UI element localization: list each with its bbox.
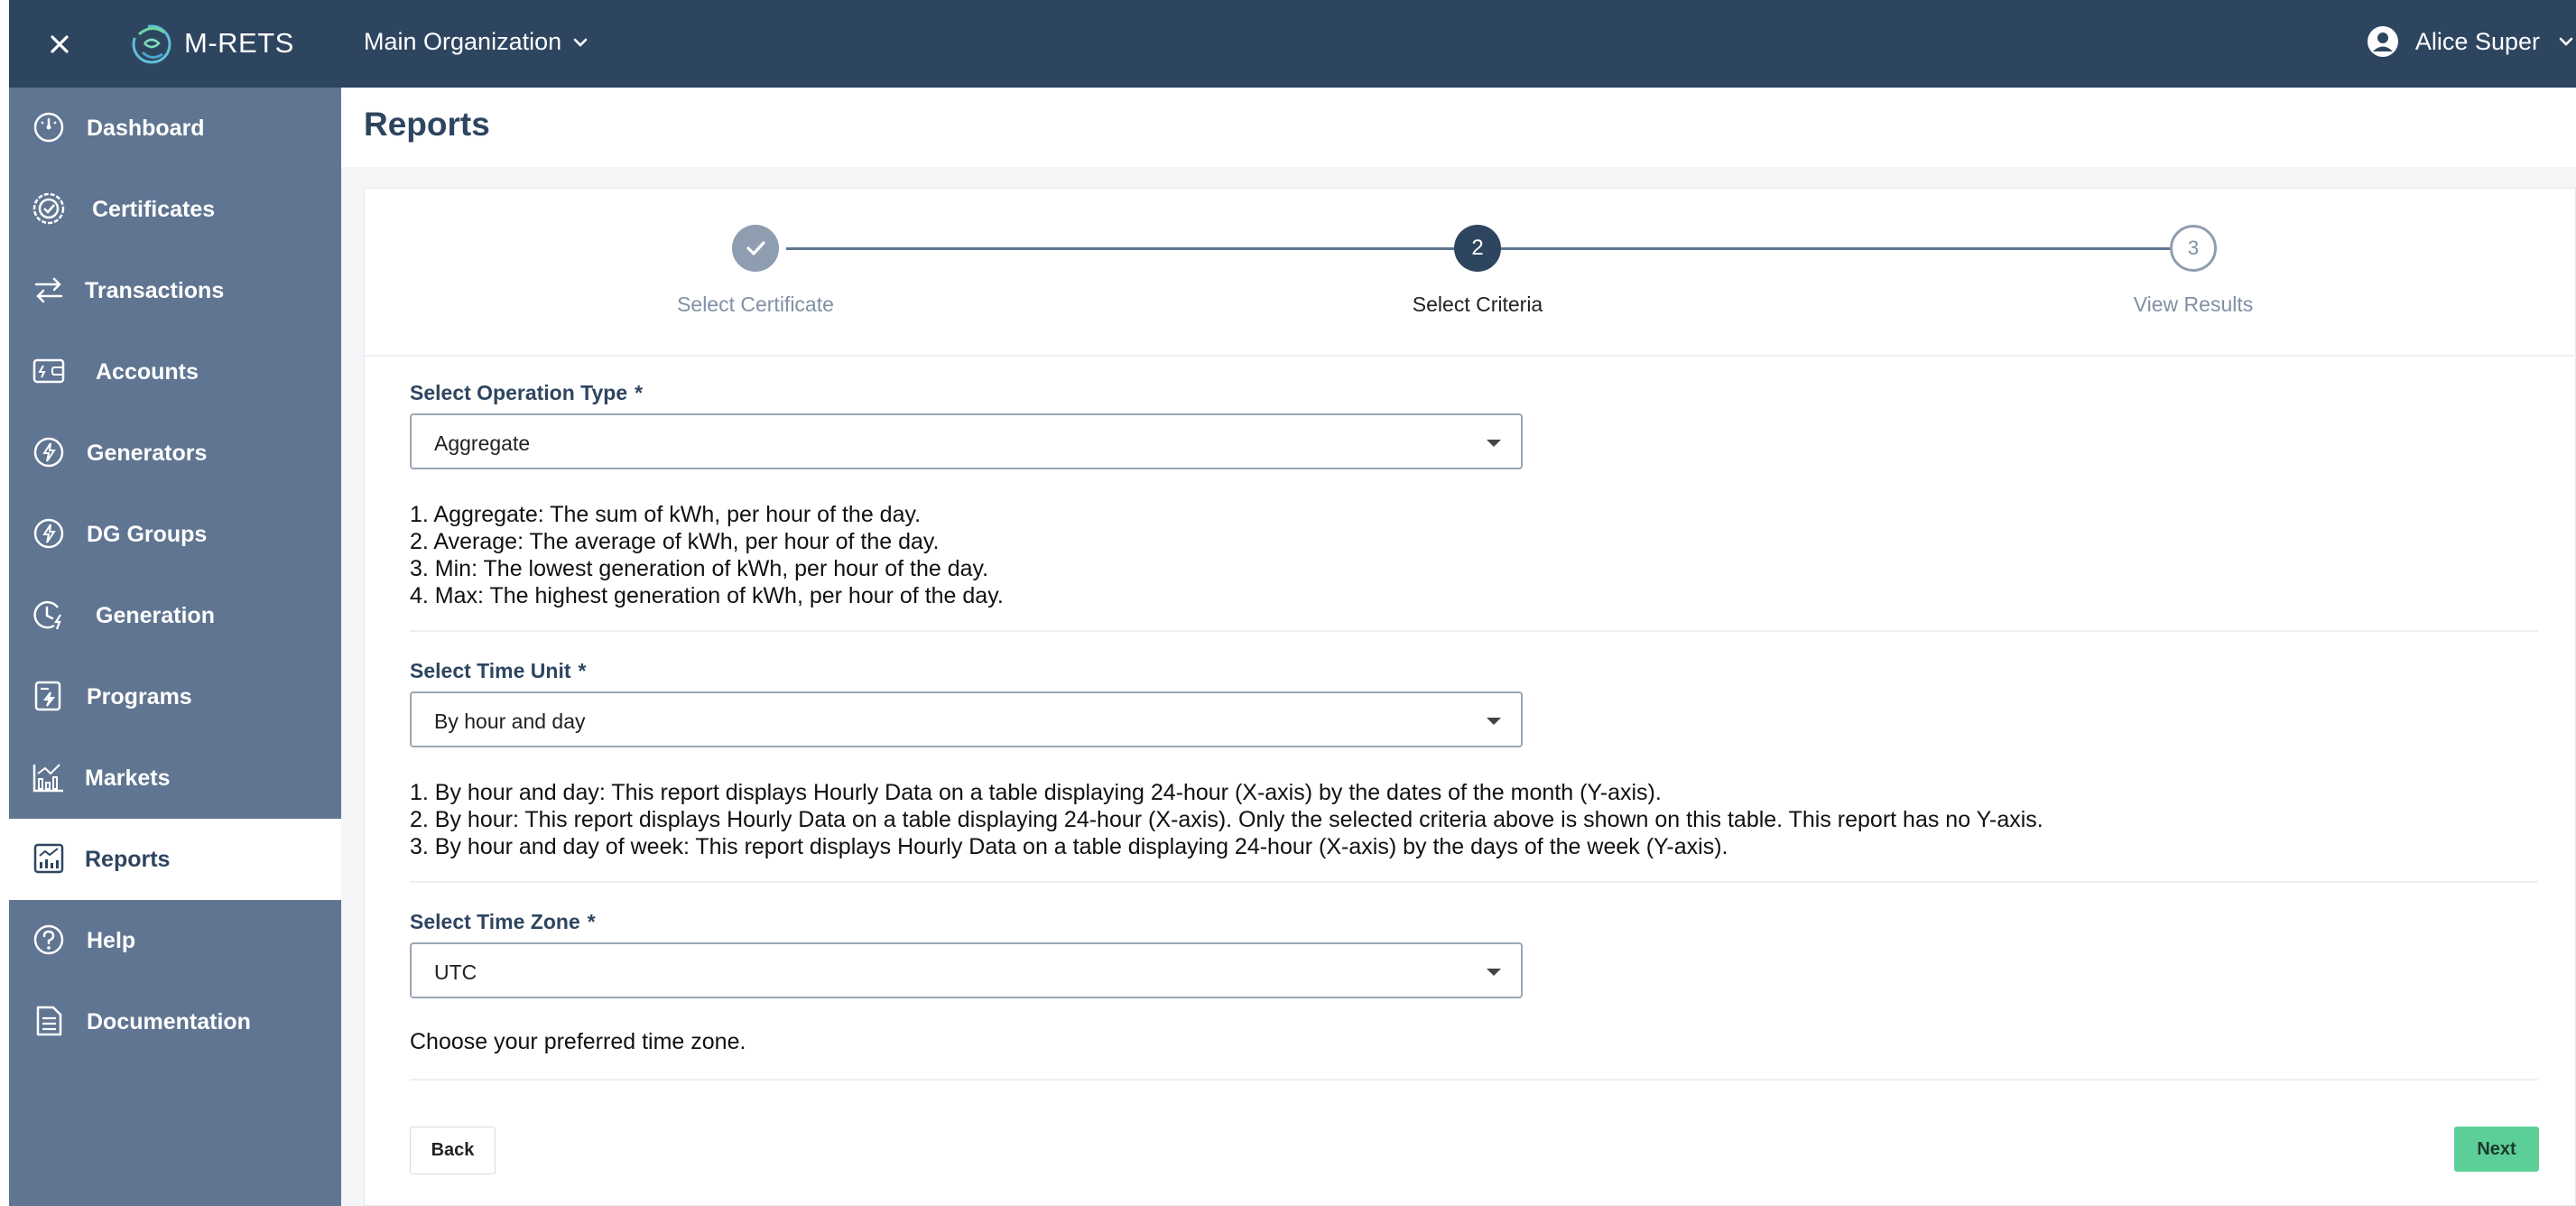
transfer-arrows-icon	[34, 277, 63, 303]
time-unit-label: Select Time Unit *	[410, 659, 586, 683]
dropdown-caret-icon	[1487, 440, 1501, 447]
top-bar: M-RETS Main Organization Alice Super	[9, 0, 2576, 88]
required-mark: *	[635, 381, 644, 404]
operation-type-label-text: Select Operation Type	[410, 381, 628, 404]
step-3-indicator: 3	[2170, 225, 2217, 272]
help-line: 3. By hour and day of week: This report …	[410, 834, 1728, 859]
help-line: 1. Aggregate: The sum of kWh, per hour o…	[410, 502, 922, 527]
page-header: Reports	[341, 88, 2576, 167]
help-line: 3. Min: The lowest generation of kWh, pe…	[410, 556, 989, 581]
page-title: Reports	[364, 106, 490, 143]
sidebar-item-label: Accounts	[96, 359, 199, 385]
section-divider	[410, 1079, 2538, 1081]
m-rets-logo-icon	[132, 24, 171, 64]
clock-bolt-icon	[33, 600, 61, 630]
sidebar-item-label: Documentation	[87, 1009, 251, 1034]
lightning-circle-icon	[33, 437, 64, 468]
user-name: Alice Super	[2414, 27, 2540, 55]
certificate-badge-icon	[32, 192, 65, 225]
time-unit-label-text: Select Time Unit	[410, 659, 571, 682]
report-wizard-card: Select Certificate 2 Select Criteria 3 V…	[364, 188, 2576, 1206]
sidebar-item-label: Generation	[96, 603, 215, 628]
sidebar-item-label: DG Groups	[87, 522, 208, 547]
next-button[interactable]: Next	[2454, 1127, 2539, 1172]
dropdown-caret-icon	[1487, 718, 1501, 725]
sidebar-item-label: Dashboard	[87, 116, 205, 141]
help-line: 2. By hour: This report displays Hourly …	[410, 807, 2043, 832]
step-connector	[1501, 247, 2170, 250]
sidebar-item-generators[interactable]: Generators	[9, 413, 341, 494]
time-zone-value: UTC	[434, 960, 477, 984]
wallet-icon	[32, 358, 65, 384]
sidebar-item-dg-groups[interactable]: DG Groups	[9, 494, 341, 575]
speedometer-icon	[33, 112, 64, 143]
sidebar-item-label: Certificates	[92, 197, 216, 222]
required-mark: *	[587, 910, 596, 933]
lightning-circle-icon	[33, 518, 64, 549]
stepper: Select Certificate 2 Select Criteria 3 V…	[365, 189, 2576, 357]
time-unit-value: By hour and day	[434, 710, 586, 733]
close-icon[interactable]	[42, 26, 78, 62]
required-mark: *	[578, 659, 587, 682]
user-avatar-icon	[2367, 26, 2398, 57]
sidebar-item-reports[interactable]: Reports	[9, 819, 341, 900]
time-zone-help: Choose your preferred time zone.	[410, 1029, 746, 1054]
operation-type-label: Select Operation Type *	[410, 381, 643, 405]
help-line: 1. By hour and day: This report displays…	[410, 780, 1662, 805]
organization-name: Main Organization	[364, 28, 562, 55]
chevron-down-icon	[573, 38, 588, 47]
step-label-select-criteria: Select Criteria	[1412, 292, 1543, 316]
time-zone-label-text: Select Time Zone	[410, 910, 580, 933]
step-label-select-certificate: Select Certificate	[677, 292, 834, 316]
sidebar-item-transactions[interactable]: Transactions	[9, 250, 341, 331]
sidebar-item-programs[interactable]: Programs	[9, 656, 341, 738]
time-unit-select[interactable]: By hour and day	[410, 691, 1523, 747]
back-button[interactable]: Back	[410, 1127, 496, 1174]
operation-type-help: 1. Aggregate: The sum of kWh, per hour o…	[410, 501, 1004, 609]
question-circle-icon	[33, 924, 64, 955]
chevron-down-icon	[2559, 37, 2573, 46]
time-zone-select[interactable]: UTC	[410, 942, 1523, 998]
document-lines-icon	[36, 1006, 62, 1036]
step-connector	[786, 247, 1454, 250]
sidebar-item-label: Generators	[87, 441, 208, 466]
sidebar-item-generation[interactable]: Generation	[9, 575, 341, 656]
step-2-indicator: 2	[1454, 225, 1501, 272]
sidebar-item-label: Markets	[85, 765, 171, 791]
checkmark-icon	[746, 241, 765, 255]
brand-name: M-RETS	[184, 27, 294, 59]
operation-type-value: Aggregate	[434, 431, 531, 455]
section-divider	[410, 881, 2538, 883]
sidebar-item-label: Reports	[85, 847, 171, 872]
main-content: Reports Select Certificate 2 Select Crit…	[341, 88, 2576, 1206]
sidebar-item-help[interactable]: Help	[9, 900, 341, 981]
sidebar-item-label: Transactions	[85, 278, 225, 303]
sidebar-item-label: Help	[87, 928, 136, 953]
report-chart-icon	[33, 843, 64, 874]
sidebar: Dashboard Certificates Transactions Acco…	[9, 88, 341, 1206]
section-divider	[410, 630, 2538, 632]
sidebar-item-dashboard[interactable]: Dashboard	[9, 88, 341, 169]
sidebar-item-markets[interactable]: Markets	[9, 738, 341, 819]
dropdown-caret-icon	[1487, 969, 1501, 976]
bar-chart-icon	[32, 764, 63, 793]
help-line: 4. Max: The highest generation of kWh, p…	[410, 583, 1004, 608]
time-unit-help: 1. By hour and day: This report displays…	[410, 779, 2043, 860]
time-zone-label: Select Time Zone *	[410, 910, 596, 934]
document-bolt-icon	[34, 681, 61, 711]
help-line: 2. Average: The average of kWh, per hour…	[410, 529, 940, 554]
sidebar-item-certificates[interactable]: Certificates	[9, 169, 341, 250]
sidebar-item-accounts[interactable]: Accounts	[9, 331, 341, 413]
sidebar-item-documentation[interactable]: Documentation	[9, 981, 341, 1062]
user-menu[interactable]: Alice Super	[2367, 25, 2576, 58]
step-1-complete-icon[interactable]	[732, 225, 779, 272]
organization-selector[interactable]: Main Organization	[364, 28, 590, 56]
window-edge	[0, 0, 9, 1206]
sidebar-item-label: Programs	[87, 684, 192, 710]
operation-type-select[interactable]: Aggregate	[410, 413, 1523, 469]
step-label-view-results: View Results	[2133, 292, 2254, 316]
